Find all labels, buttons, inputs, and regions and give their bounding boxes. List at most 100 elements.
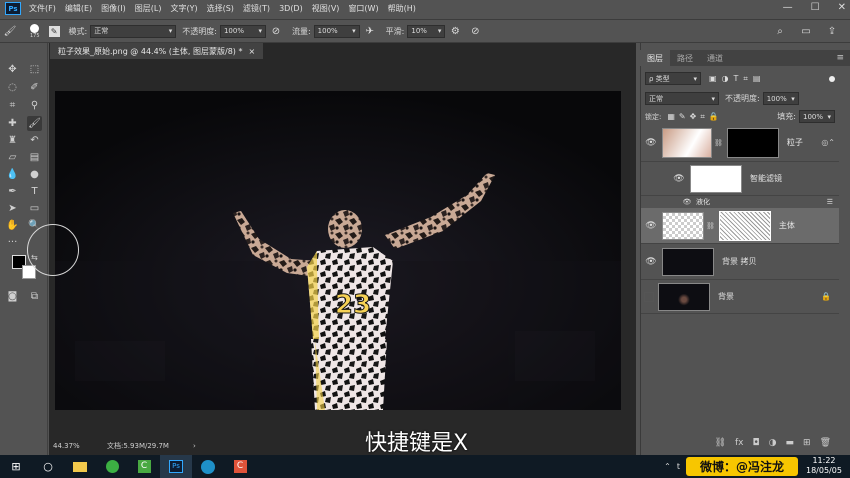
quick-select-tool-icon[interactable]: ✐ [27, 80, 42, 95]
fx-icon[interactable]: fx [735, 438, 744, 448]
smart-object-icon[interactable]: ◎⌃ [821, 138, 835, 147]
tab-channels[interactable]: 通道 [700, 50, 730, 66]
document-canvas[interactable]: 23 [55, 91, 621, 410]
panel-menu-icon[interactable]: ≡ [836, 53, 844, 63]
minimize-icon[interactable]: — [783, 2, 793, 13]
menu-view[interactable]: 视图(V) [312, 3, 340, 14]
maximize-icon[interactable]: ☐ [811, 2, 820, 13]
pen-tool-icon[interactable]: ✒ [5, 184, 20, 199]
blur-tool-icon[interactable]: 💧 [5, 167, 20, 182]
pressure-opacity-icon[interactable]: ⊘ [269, 24, 283, 38]
close-icon[interactable]: ✕ [838, 2, 846, 13]
share-icon[interactable]: ⇪ [825, 24, 839, 38]
fill-field[interactable]: 100% ▾ [799, 110, 835, 123]
move-tool-icon[interactable]: ✥ [5, 62, 20, 77]
new-layer-icon[interactable]: ⊞ [803, 438, 811, 448]
gradient-tool-icon[interactable]: ▤ [27, 150, 42, 165]
brush-panel-icon[interactable]: ✎ [48, 25, 60, 37]
eye-icon[interactable]: 👁 [644, 257, 658, 267]
rectangle-tool-icon[interactable]: ▭ [27, 201, 42, 216]
eye-icon[interactable]: · [644, 291, 654, 302]
filter-item-row[interactable]: 👁 液化 ☰ [641, 196, 839, 208]
windows-start-icon[interactable]: ⊞ [0, 455, 32, 478]
menu-help[interactable]: 帮助(H) [388, 3, 416, 14]
workspace-icon[interactable]: ▭ [799, 24, 813, 38]
layer-mask-thumbnail[interactable] [726, 127, 779, 158]
tray-app-icon[interactable]: t [677, 462, 680, 471]
file-explorer-icon[interactable] [64, 455, 96, 478]
menu-3d[interactable]: 3D(D) [279, 4, 303, 13]
brush-tool-icon[interactable]: 🖌 [27, 116, 42, 131]
browser-icon[interactable] [96, 455, 128, 478]
healing-brush-tool-icon[interactable]: ✚ [5, 116, 20, 131]
layer-opacity-field[interactable]: 100% ▾ [762, 92, 799, 105]
marquee-tool-icon[interactable]: ⬚ [27, 62, 42, 77]
adjustment-icon[interactable]: ◑ [769, 438, 777, 448]
clone-stamp-tool-icon[interactable]: ♜ [5, 133, 20, 148]
smoothing-field[interactable]: 10% ▾ [407, 24, 446, 38]
menu-file[interactable]: 文件(F) [29, 3, 56, 14]
filter-options-icon[interactable]: ☰ [827, 198, 833, 206]
screen-mode-icon[interactable]: ⧉ [27, 289, 42, 304]
tab-paths[interactable]: 路径 [670, 50, 700, 66]
lock-icons[interactable]: ▦✎✥⌗🔒 [667, 112, 722, 122]
close-tab-icon[interactable]: × [248, 47, 255, 56]
more-tools-icon[interactable]: ··· [5, 235, 20, 250]
link-icon[interactable]: ⛓ [715, 438, 726, 448]
pressure-size-icon[interactable]: ⊘ [468, 24, 482, 38]
eye-icon[interactable]: 👁 [644, 138, 658, 148]
link-icon[interactable]: ⛓ [706, 222, 715, 230]
menu-image[interactable]: 图像(I) [101, 3, 126, 14]
chevron-right-icon[interactable]: › [193, 442, 196, 450]
chevron-up-icon[interactable]: ⌃ [664, 462, 671, 471]
menu-filter[interactable]: 滤镜(T) [243, 3, 270, 14]
zoom-level[interactable]: 44.37% [53, 442, 103, 450]
tab-layers[interactable]: 图层 [640, 50, 670, 66]
dodge-tool-icon[interactable]: ● [27, 167, 42, 182]
folder-icon[interactable]: ▬ [786, 438, 795, 448]
menu-type[interactable]: 文字(Y) [170, 3, 197, 14]
lasso-tool-icon[interactable]: ◌ [5, 80, 20, 95]
filter-toggle-icon[interactable] [829, 75, 835, 82]
eraser-tool-icon[interactable]: ▱ [5, 150, 20, 165]
document-tab[interactable]: 粒子效果_原始.png @ 44.4% (主体, 图层蒙版/8) * × [50, 43, 264, 59]
smart-filter-row[interactable]: 👁 智能滤镜 [641, 162, 839, 196]
opacity-field[interactable]: 100% ▾ [219, 24, 266, 38]
app-icon[interactable] [192, 455, 224, 478]
eyedropper-tool-icon[interactable]: ⚲ [27, 98, 42, 113]
mode-select[interactable]: 正常 ▾ [90, 24, 177, 38]
flow-field[interactable]: 100% ▾ [313, 24, 360, 38]
filter-type-icons[interactable]: ▣◑T⌗▤ [709, 74, 766, 84]
filter-kind-select[interactable]: ρ 类型 ▾ [645, 72, 701, 85]
airbrush-icon[interactable]: ✈ [363, 24, 377, 38]
brush-preset-picker[interactable]: 175 [30, 23, 40, 39]
recorder-icon[interactable]: C [224, 455, 256, 478]
layer-row-selected[interactable]: 👁 ⛓ 主体 [641, 208, 839, 244]
path-select-tool-icon[interactable]: ➤ [5, 201, 20, 216]
menu-select[interactable]: 选择(S) [207, 3, 234, 14]
photoshop-taskbar-icon[interactable]: Ps [160, 455, 192, 478]
layer-row[interactable]: 👁 ⛓ 粒子 ◎⌃ [641, 124, 839, 162]
menu-edit[interactable]: 编辑(E) [65, 3, 92, 14]
search-icon[interactable]: ⌕ [773, 24, 787, 38]
layer-row[interactable]: 👁 背景 拷贝 [641, 244, 839, 280]
crop-tool-icon[interactable]: ⌗ [5, 98, 20, 113]
link-icon[interactable]: ⛓ [714, 139, 723, 147]
trash-icon[interactable]: 🗑 [820, 438, 831, 448]
eye-icon[interactable]: 👁 [680, 198, 694, 206]
quick-mask-icon[interactable]: ◙ [5, 289, 20, 304]
layer-row[interactable]: · 背景 🔒 [641, 280, 839, 314]
menu-layer[interactable]: 图层(L) [135, 3, 162, 14]
history-brush-tool-icon[interactable]: ↶ [27, 133, 42, 148]
menu-window[interactable]: 窗口(W) [348, 3, 378, 14]
mask-icon[interactable]: ◘ [753, 438, 760, 448]
camtasia-icon[interactable]: C [128, 455, 160, 478]
blend-mode-select[interactable]: 正常 ▾ [645, 92, 719, 105]
brush-tool-icon[interactable]: 🖌 [3, 24, 17, 38]
eye-icon[interactable]: 👁 [672, 174, 686, 184]
eye-icon[interactable]: 👁 [644, 221, 658, 231]
type-tool-icon[interactable]: T [27, 184, 42, 199]
hand-tool-icon[interactable]: ✋ [5, 218, 20, 233]
system-clock[interactable]: 11:22 18/05/05 [806, 456, 842, 476]
layer-mask-thumbnail[interactable] [718, 210, 771, 241]
